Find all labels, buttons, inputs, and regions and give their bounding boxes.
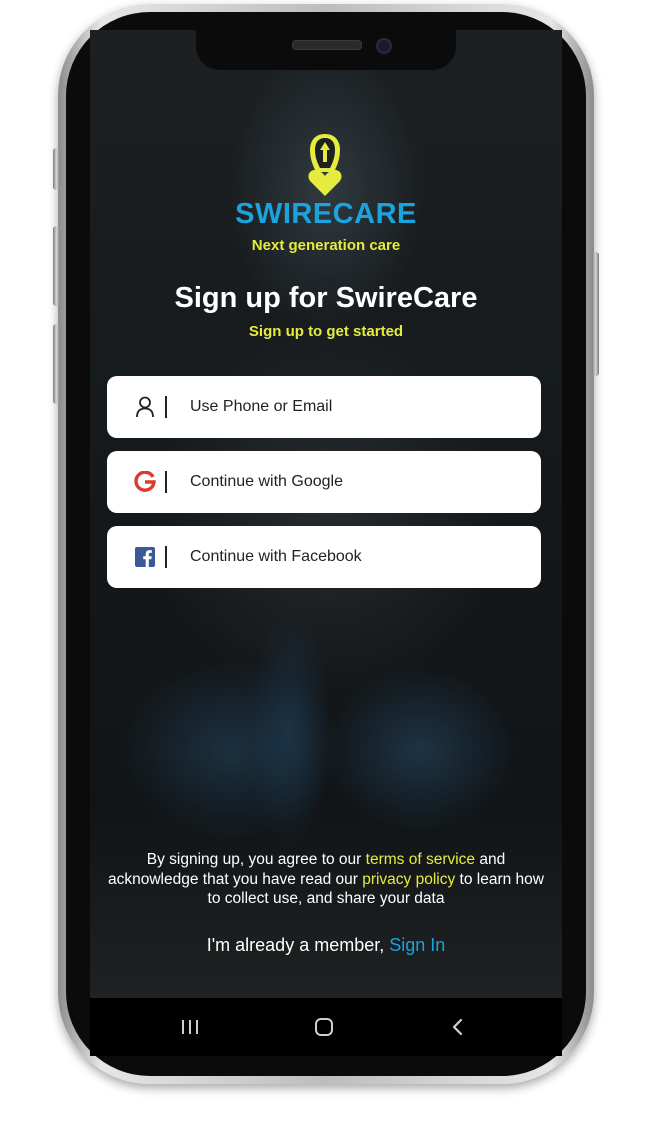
power-button <box>592 252 599 376</box>
button-divider <box>165 546 167 568</box>
phone-email-label: Use Phone or Email <box>190 398 333 415</box>
volume-down-button-2 <box>53 324 60 404</box>
member-prompt: I'm already a member, <box>206 935 390 955</box>
volume-up-button <box>53 148 60 190</box>
google-label: Continue with Google <box>190 473 343 490</box>
facebook-icon <box>133 545 157 569</box>
privacy-policy-link[interactable]: privacy policy <box>362 871 455 888</box>
phone-notch <box>196 30 456 70</box>
user-icon <box>133 395 157 419</box>
back-icon[interactable] <box>438 998 478 1056</box>
facebook-label: Continue with Facebook <box>190 548 362 565</box>
button-divider <box>165 471 167 493</box>
recent-apps-icon[interactable] <box>170 998 210 1056</box>
logo-icon <box>308 134 342 196</box>
already-member-text: I'm already a member, Sign In <box>90 935 562 956</box>
page-title: Sign up for SwireCare <box>174 282 478 314</box>
page-subtitle: Sign up to get started <box>248 323 404 340</box>
system-navigation-bar <box>90 998 562 1056</box>
google-button[interactable]: Continue with Google <box>107 451 541 513</box>
speaker-grille <box>292 40 362 50</box>
front-camera <box>376 38 392 54</box>
terms-text: By signing up, you agree to our terms of… <box>104 850 548 909</box>
terms-of-service-link[interactable]: terms of service <box>366 851 475 868</box>
button-divider <box>165 396 167 418</box>
app-screen: SWIRECARE Next generation care Sign up f… <box>90 30 562 998</box>
terms-text-part: By signing up, you agree to our <box>146 851 366 868</box>
google-icon <box>133 470 157 494</box>
volume-down-button <box>53 226 60 306</box>
facebook-button[interactable]: Continue with Facebook <box>107 526 541 588</box>
signup-content: SWIRECARE Next generation care Sign up f… <box>90 30 562 998</box>
brand-name: SWIRECARE <box>235 198 417 230</box>
phone-email-button[interactable]: Use Phone or Email <box>107 376 541 438</box>
home-icon[interactable] <box>304 998 344 1056</box>
sign-in-link[interactable]: Sign In <box>389 935 445 955</box>
brand-tagline: Next generation care <box>251 237 401 254</box>
